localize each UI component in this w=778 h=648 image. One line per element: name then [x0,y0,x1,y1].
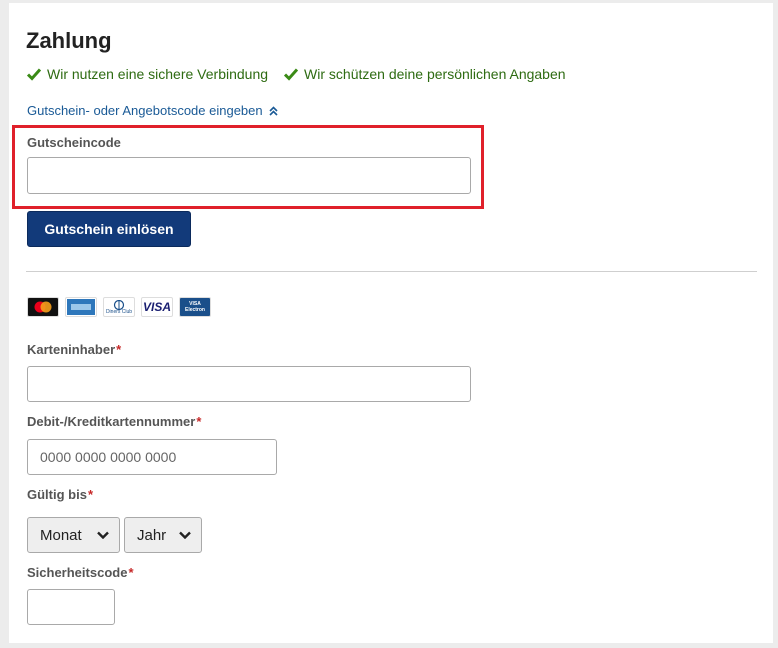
expiry-label-text: Gültig bis [27,487,87,502]
secure-connection-text: Wir nutzen eine sichere Verbindung [47,66,269,82]
mastercard-icon [27,297,59,317]
double-chevron-up-icon [269,105,278,116]
card-number-label: Debit-/Kreditkartennummer* [27,414,201,429]
redeem-voucher-button[interactable]: Gutschein einlösen [27,211,191,247]
expiry-year-value: Jahr [137,526,167,544]
required-mark: * [116,342,122,357]
security-code-input[interactable] [27,589,115,625]
card-number-label-text: Debit-/Kreditkartennummer [27,414,196,429]
security-code-label: Sicherheitscode* [27,565,134,580]
cardholder-label: Karteninhaber* [27,342,121,357]
chevron-down-icon [97,531,109,539]
check-icon [284,68,299,81]
required-mark: * [87,487,94,502]
secure-connection-badge: Wir nutzen eine sichere Verbindung [27,66,268,82]
amex-icon [65,297,97,317]
voucher-code-input[interactable] [27,157,471,194]
page-title: Zahlung [26,28,112,53]
visa-text: VISA [142,300,171,314]
voucher-toggle-link[interactable]: Gutschein- oder Angebotscode eingeben [27,103,278,118]
required-mark: * [196,414,202,429]
cardholder-input[interactable] [27,366,471,402]
card-logos: Diners Club VISA VISA Electron [27,297,217,317]
voucher-code-label: Gutscheincode [27,135,121,150]
expiry-label: Gültig bis* [27,487,93,502]
expiry-year-select[interactable]: Jahr [124,517,202,553]
chevron-down-icon [179,531,191,539]
data-protection-text: Wir schützen deine persönlichen Angaben [304,66,566,82]
cardholder-label-text: Karteninhaber [27,342,116,357]
diners-club-icon: Diners Club [103,297,135,317]
secure-badges: Wir nutzen eine sichere Verbindung Wir s… [27,66,582,82]
visa-electron-icon: VISA Electron [179,297,211,317]
card-number-input[interactable] [27,439,277,475]
section-divider [26,271,757,272]
expiry-month-value: Monat [40,526,82,544]
voucher-toggle-label: Gutschein- oder Angebotscode eingeben [27,103,263,118]
visa-electron-text: VISA Electron [184,301,205,313]
security-code-label-text: Sicherheitscode [27,565,128,580]
data-protection-badge: Wir schützen deine persönlichen Angaben [284,66,566,82]
expiry-month-select[interactable]: Monat [27,517,120,553]
required-mark: * [128,565,134,580]
visa-icon: VISA [141,297,173,317]
check-icon [27,68,41,81]
diners-club-text: Diners Club [105,308,133,315]
